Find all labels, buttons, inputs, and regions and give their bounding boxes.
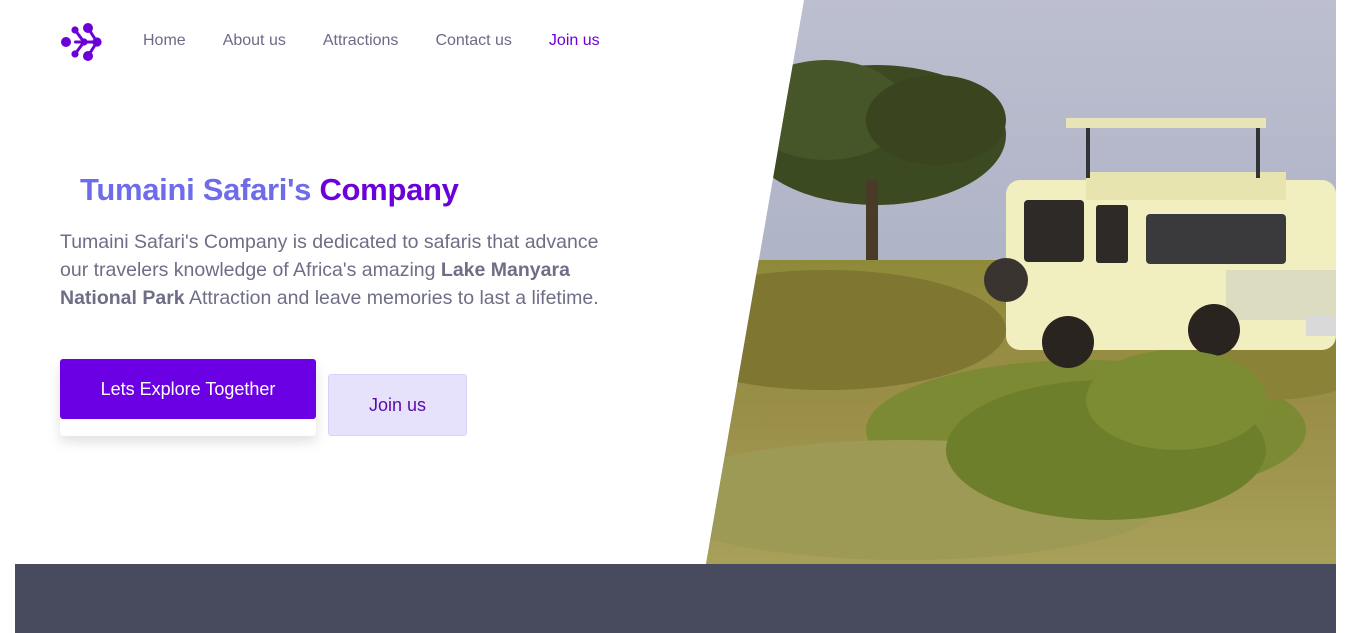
main-nav: Home About us Attractions Contact us Joi… [143, 32, 637, 50]
explore-button[interactable]: Lets Explore Together [60, 359, 316, 419]
nav-attractions[interactable]: Attractions [323, 32, 399, 50]
nav-contact-us[interactable]: Contact us [435, 32, 511, 50]
hero-title: Tumaini Safari's Company [80, 172, 459, 208]
join-us-button[interactable]: Join us [328, 374, 467, 436]
nav-home[interactable]: Home [143, 32, 186, 50]
hero-description: Tumaini Safari's Company is dedicated to… [60, 228, 630, 312]
hero-title-part2: Company [319, 172, 459, 207]
hero-description-outro: Attraction and leave memories to last a … [188, 287, 599, 309]
nav-join-us[interactable]: Join us [549, 32, 600, 50]
nav-about-us[interactable]: About us [223, 32, 286, 50]
safari-vehicle-photo [706, 0, 1336, 564]
footer-band [15, 564, 1336, 633]
hero-title-part1: Tumaini Safari's [80, 172, 312, 207]
primary-button-card: Lets Explore Together [60, 359, 316, 436]
logo-icon[interactable] [60, 22, 102, 62]
